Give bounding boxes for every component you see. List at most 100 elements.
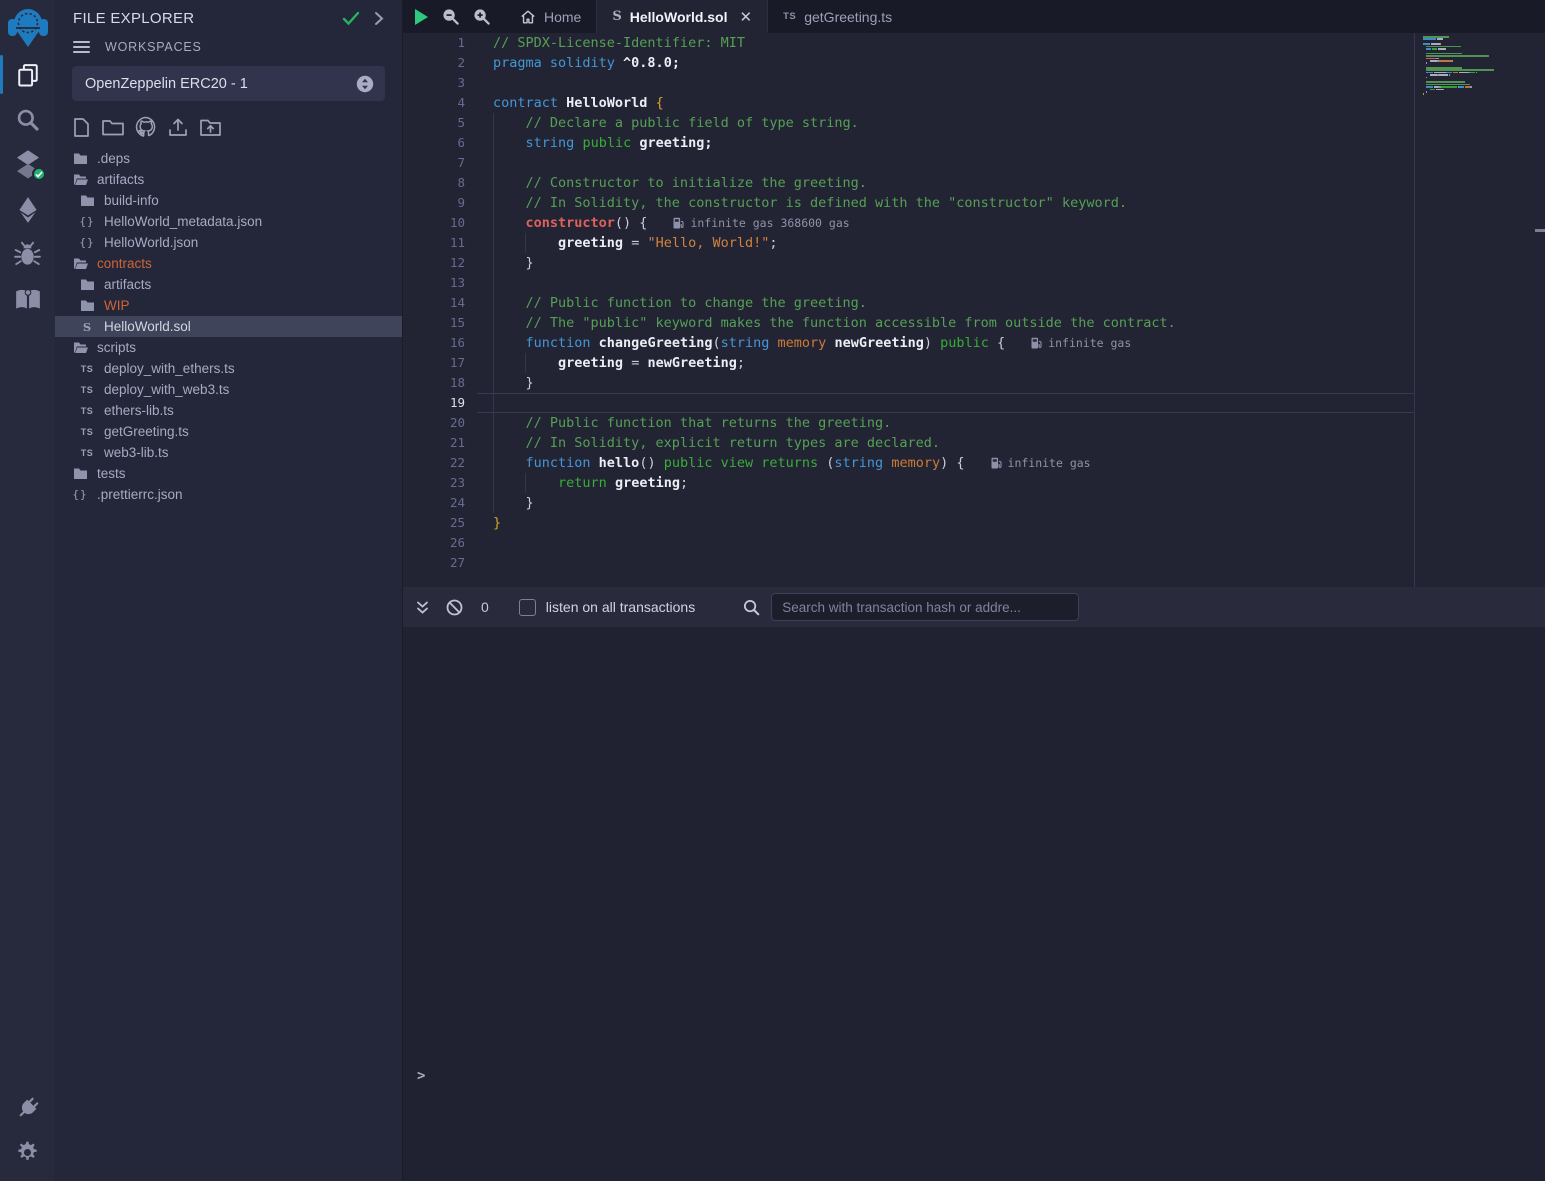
tree-item[interactable]: .deps [55,148,402,169]
code-line[interactable] [477,273,1414,293]
tree-item[interactable]: TSdeploy_with_web3.ts [55,379,402,400]
remix-ide-app: FILE EXPLORER WORKSPACES OpenZeppelin ER… [0,0,1545,1181]
line-number: 11 [403,233,477,253]
code-line[interactable]: greeting = newGreeting; [477,353,1414,373]
code-line[interactable]: // In Solidity, explicit return types ar… [477,433,1414,453]
sidebar-item-settings[interactable] [0,1130,55,1175]
code-line[interactable]: contract HelloWorld { [477,93,1414,113]
sidebar-item-search[interactable] [0,97,55,142]
workspaces-menu-button[interactable] [73,41,90,53]
check-button[interactable] [342,11,360,26]
tree-item[interactable]: tests [55,463,402,484]
tab-getgreeting-ts[interactable]: TS getGreeting.ts [768,0,907,33]
github-button[interactable] [135,116,157,138]
sidebar-item-solidity-compiler[interactable] [0,142,55,187]
tree-item[interactable]: WIP [55,295,402,316]
sidebar-item-debugger[interactable] [0,232,55,277]
folder-icon [73,467,88,480]
new-file-button[interactable] [72,117,91,138]
code-line[interactable]: function hello() public view returns (st… [477,453,1414,473]
upload-folder-button[interactable] [199,117,222,137]
collapse-terminal-button[interactable] [415,600,430,615]
terminal-output[interactable]: > [403,627,1545,1181]
code-line[interactable]: // The "public" keyword makes the functi… [477,313,1414,333]
terminal-prompt: > [417,1068,425,1084]
workspace-select[interactable]: OpenZeppelin ERC20 - 1 [72,66,385,101]
remix-logo[interactable] [0,0,55,52]
code-line[interactable] [477,393,1414,413]
collapse-panel-button[interactable] [374,11,384,26]
code-line[interactable]: function changeGreeting(string memory ne… [477,333,1414,353]
tree-item-label: contracts [97,256,152,271]
code-line[interactable]: constructor() {infinite gas 368600 gas [477,213,1414,233]
run-script-button[interactable] [415,9,428,25]
workspaces-label: WORKSPACES [105,40,202,54]
workspace-selected-value: OpenZeppelin ERC20 - 1 [85,76,356,92]
new-folder-button[interactable] [101,117,125,137]
upload-file-button[interactable] [167,117,189,138]
code-line[interactable]: // Constructor to initialize the greetin… [477,173,1414,193]
tree-item[interactable]: artifacts [55,274,402,295]
editor-scrollbar[interactable] [1535,33,1545,587]
code-line[interactable] [477,153,1414,173]
tree-item[interactable]: SHelloWorld.sol [55,316,402,337]
tree-item[interactable]: {}HelloWorld.json [55,232,402,253]
line-number: 20 [403,413,477,433]
zoom-in-button[interactable] [473,8,490,25]
github-icon [135,116,157,138]
code-line[interactable]: pragma solidity ^0.8.0; [477,53,1414,73]
code-line[interactable] [477,73,1414,93]
transaction-search-input[interactable] [771,593,1079,621]
line-number: 2 [403,53,477,73]
zoom-out-button[interactable] [442,8,459,25]
code-line[interactable]: } [477,493,1414,513]
code-line[interactable]: string public greeting; [477,133,1414,153]
tree-item[interactable]: {} HelloWorld_metadata.json [55,211,402,232]
close-tab-icon[interactable]: ✕ [740,8,753,26]
tree-item[interactable]: scripts [55,337,402,358]
tab-home[interactable]: Home [505,0,596,33]
sidebar-item-plugin-manager[interactable] [0,1085,55,1130]
code-line[interactable]: } [477,373,1414,393]
code-line[interactable]: greeting = "Hello, World!"; [477,233,1414,253]
sidebar-item-learn[interactable] [0,277,55,322]
sidebar-item-file-explorer[interactable] [0,52,55,97]
minimap[interactable] [1423,36,1523,101]
folder-open-icon [73,341,88,354]
code-line[interactable]: return greeting; [477,473,1414,493]
clear-console-button[interactable] [446,599,463,616]
listen-transactions-checkbox[interactable] [519,599,536,616]
typescript-icon: TS [783,11,796,22]
tree-item[interactable]: TSdeploy_with_ethers.ts [55,358,402,379]
code-line[interactable]: // Public function that returns the gree… [477,413,1414,433]
line-number: 6 [403,133,477,153]
code-line[interactable]: } [477,253,1414,273]
code-line[interactable] [477,553,1414,573]
indent-guide [525,473,526,493]
tree-item-label: WIP [104,298,130,313]
tree-item[interactable]: TSweb3-lib.ts [55,442,402,463]
json-icon: {} [79,215,94,228]
code-line[interactable]: // Public function to change the greetin… [477,293,1414,313]
tree-item[interactable]: contracts [55,253,402,274]
tree-item[interactable]: TSethers-lib.ts [55,400,402,421]
line-number: 3 [403,73,477,93]
code-line[interactable]: // Declare a public field of type string… [477,113,1414,133]
tab-helloworld-sol[interactable]: S HelloWorld.sol ✕ [596,0,768,33]
sidebar-item-deploy-run[interactable] [0,187,55,232]
gas-pump-icon [673,217,684,229]
plug-icon [15,1095,41,1121]
code-line[interactable]: // In Solidity, the constructor is defin… [477,193,1414,213]
code-line[interactable]: // SPDX-License-Identifier: MIT [477,33,1414,53]
code-line[interactable]: } [477,513,1414,533]
tree-item-label: HelloWorld_metadata.json [104,214,262,229]
tree-item[interactable]: artifacts [55,169,402,190]
code-line[interactable] [477,533,1414,553]
tree-item[interactable]: {}.prettierrc.json [55,484,402,505]
tree-item-label: artifacts [97,172,144,187]
tree-item[interactable]: TSgetGreeting.ts [55,421,402,442]
tree-item[interactable]: build-info [55,190,402,211]
line-number: 18 [403,373,477,393]
tab-label: HelloWorld.sol [630,9,728,25]
folder-open-icon [73,173,88,186]
